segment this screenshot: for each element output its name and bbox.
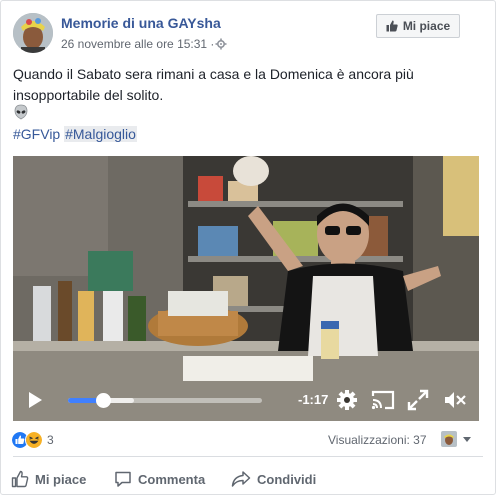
like-page-button[interactable]: Mi piace <box>376 14 460 38</box>
reaction-count: 3 <box>47 433 54 447</box>
settings-icon[interactable] <box>336 388 358 412</box>
share-button[interactable]: Condividi <box>231 467 316 491</box>
chevron-down-icon <box>463 437 471 442</box>
page-name-link[interactable]: Memorie di una GAYsha <box>61 15 221 31</box>
post-timestamp[interactable]: 26 novembre alle ore 15:31 · <box>61 37 214 51</box>
post-card: Memorie di una GAYsha 26 novembre alle o… <box>0 0 496 495</box>
hashtag-row: #GFVip #Malgioglio <box>13 126 137 142</box>
cast-icon[interactable] <box>371 388 395 412</box>
audience-gear-icon[interactable] <box>215 38 227 50</box>
thumbs-up-icon <box>386 20 398 32</box>
viewer-selector[interactable] <box>441 431 473 447</box>
alien-emoji-icon <box>14 104 28 120</box>
like-button[interactable]: Mi piace <box>11 467 86 491</box>
viewer-avatar-icon <box>441 431 457 447</box>
video-scrubber-handle[interactable] <box>95 393 111 408</box>
comment-button-label: Commenta <box>138 471 206 487</box>
hashtag-malgioglio[interactable]: #Malgioglio <box>64 126 137 142</box>
comment-icon <box>115 471 131 487</box>
like-page-label: Mi piace <box>402 19 451 33</box>
share-arrow-icon <box>231 471 251 487</box>
view-count: Visualizzazioni: 37 <box>328 433 427 447</box>
mute-icon[interactable] <box>443 388 467 412</box>
video-controls: -1:17 <box>13 380 479 421</box>
reactions-summary[interactable]: 3 <box>11 431 54 449</box>
page-avatar[interactable] <box>13 13 53 53</box>
like-button-label: Mi piace <box>35 471 87 487</box>
fullscreen-icon[interactable] <box>407 388 429 412</box>
play-icon[interactable] <box>27 388 45 412</box>
hashtag-gfvip[interactable]: #GFVip <box>13 126 60 142</box>
thumbs-up-outline-icon <box>11 470 29 488</box>
video-time-remaining: -1:17 <box>298 392 329 407</box>
share-button-label: Condividi <box>257 471 317 487</box>
haha-reaction-icon <box>25 431 43 449</box>
stats-divider <box>13 456 483 457</box>
post-text: Quando il Sabato sera rimani a casa e la… <box>13 66 414 103</box>
comment-button[interactable]: Commenta <box>114 467 205 491</box>
video-progress-bar[interactable] <box>68 393 262 408</box>
video-player[interactable]: -1:17 <box>13 156 479 421</box>
